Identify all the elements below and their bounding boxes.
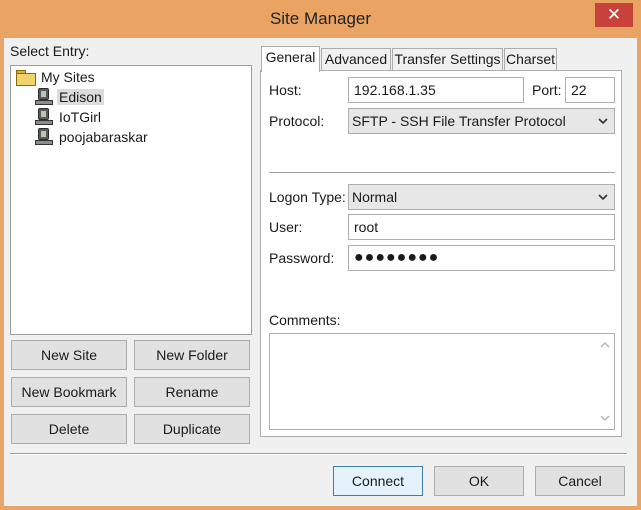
tab-general[interactable]: General bbox=[261, 46, 320, 72]
comments-scrollbar[interactable] bbox=[597, 334, 614, 429]
server-icon bbox=[35, 88, 53, 106]
comments-textarea[interactable] bbox=[269, 333, 615, 430]
protocol-select[interactable]: SFTP - SSH File Transfer Protocol bbox=[348, 108, 615, 134]
host-label: Host: bbox=[269, 82, 302, 98]
tab-charset[interactable]: Charset bbox=[504, 48, 557, 71]
duplicate-button[interactable]: Duplicate bbox=[134, 414, 250, 444]
server-icon bbox=[35, 108, 53, 126]
dialog-client-area: Select Entry: My Sites Edison IoTGirl po… bbox=[4, 38, 637, 506]
tree-item-iotgirl[interactable]: IoTGirl bbox=[35, 107, 103, 127]
password-label: Password: bbox=[269, 250, 335, 266]
tab-advanced[interactable]: Advanced bbox=[321, 48, 391, 71]
tree-item-label: poojabaraskar bbox=[59, 129, 148, 145]
new-site-button[interactable]: New Site bbox=[11, 340, 127, 370]
title-bar[interactable]: Site Manager ✕ bbox=[0, 0, 641, 38]
separator bbox=[269, 172, 615, 174]
tree-item-poojabaraskar[interactable]: poojabaraskar bbox=[35, 127, 150, 147]
window-title: Site Manager bbox=[269, 9, 372, 28]
password-input[interactable]: ●●●●●●●● bbox=[348, 245, 615, 271]
tree-item-edison[interactable]: Edison bbox=[35, 87, 104, 107]
new-folder-button[interactable]: New Folder bbox=[134, 340, 250, 370]
port-label: Port: bbox=[532, 82, 562, 98]
close-button[interactable]: ✕ bbox=[595, 3, 633, 27]
tree-item-label: Edison bbox=[57, 89, 104, 105]
logon-type-select-value: Normal bbox=[352, 189, 398, 205]
port-input[interactable]: 22 bbox=[565, 77, 615, 103]
site-manager-window: Site Manager ✕ Select Entry: My Sites Ed… bbox=[0, 0, 641, 510]
site-tree[interactable]: My Sites Edison IoTGirl poojabaraskar bbox=[10, 65, 252, 335]
logon-type-select[interactable]: Normal bbox=[348, 184, 615, 210]
logon-type-label: Logon Type: bbox=[269, 189, 346, 205]
cancel-button[interactable]: Cancel bbox=[535, 466, 625, 496]
close-icon: ✕ bbox=[606, 5, 622, 24]
server-icon bbox=[35, 128, 53, 146]
delete-button[interactable]: Delete bbox=[11, 414, 127, 444]
tab-transfer-settings[interactable]: Transfer Settings bbox=[392, 48, 503, 71]
scroll-down-icon[interactable] bbox=[600, 414, 610, 422]
tree-item-my-sites[interactable]: My Sites bbox=[15, 67, 97, 87]
tree-item-label: My Sites bbox=[41, 69, 95, 85]
user-input[interactable]: root bbox=[348, 214, 615, 240]
footer-separator bbox=[10, 453, 627, 455]
chevron-down-icon bbox=[598, 194, 608, 201]
new-bookmark-button[interactable]: New Bookmark bbox=[11, 377, 127, 407]
general-tab-panel: Host: 192.168.1.35 Port: 22 Protocol: SF… bbox=[260, 70, 622, 437]
comments-label: Comments: bbox=[269, 312, 341, 328]
user-label: User: bbox=[269, 219, 303, 235]
scroll-up-icon[interactable] bbox=[600, 341, 610, 349]
protocol-select-value: SFTP - SSH File Transfer Protocol bbox=[352, 113, 566, 129]
protocol-label: Protocol: bbox=[269, 113, 325, 129]
ok-button[interactable]: OK bbox=[434, 466, 524, 496]
host-input[interactable]: 192.168.1.35 bbox=[348, 77, 524, 103]
select-entry-label: Select Entry: bbox=[10, 43, 90, 59]
connect-button[interactable]: Connect bbox=[333, 466, 423, 496]
folder-open-icon bbox=[15, 70, 36, 86]
rename-button[interactable]: Rename bbox=[134, 377, 250, 407]
chevron-down-icon bbox=[598, 118, 608, 125]
tree-item-label: IoTGirl bbox=[59, 109, 101, 125]
